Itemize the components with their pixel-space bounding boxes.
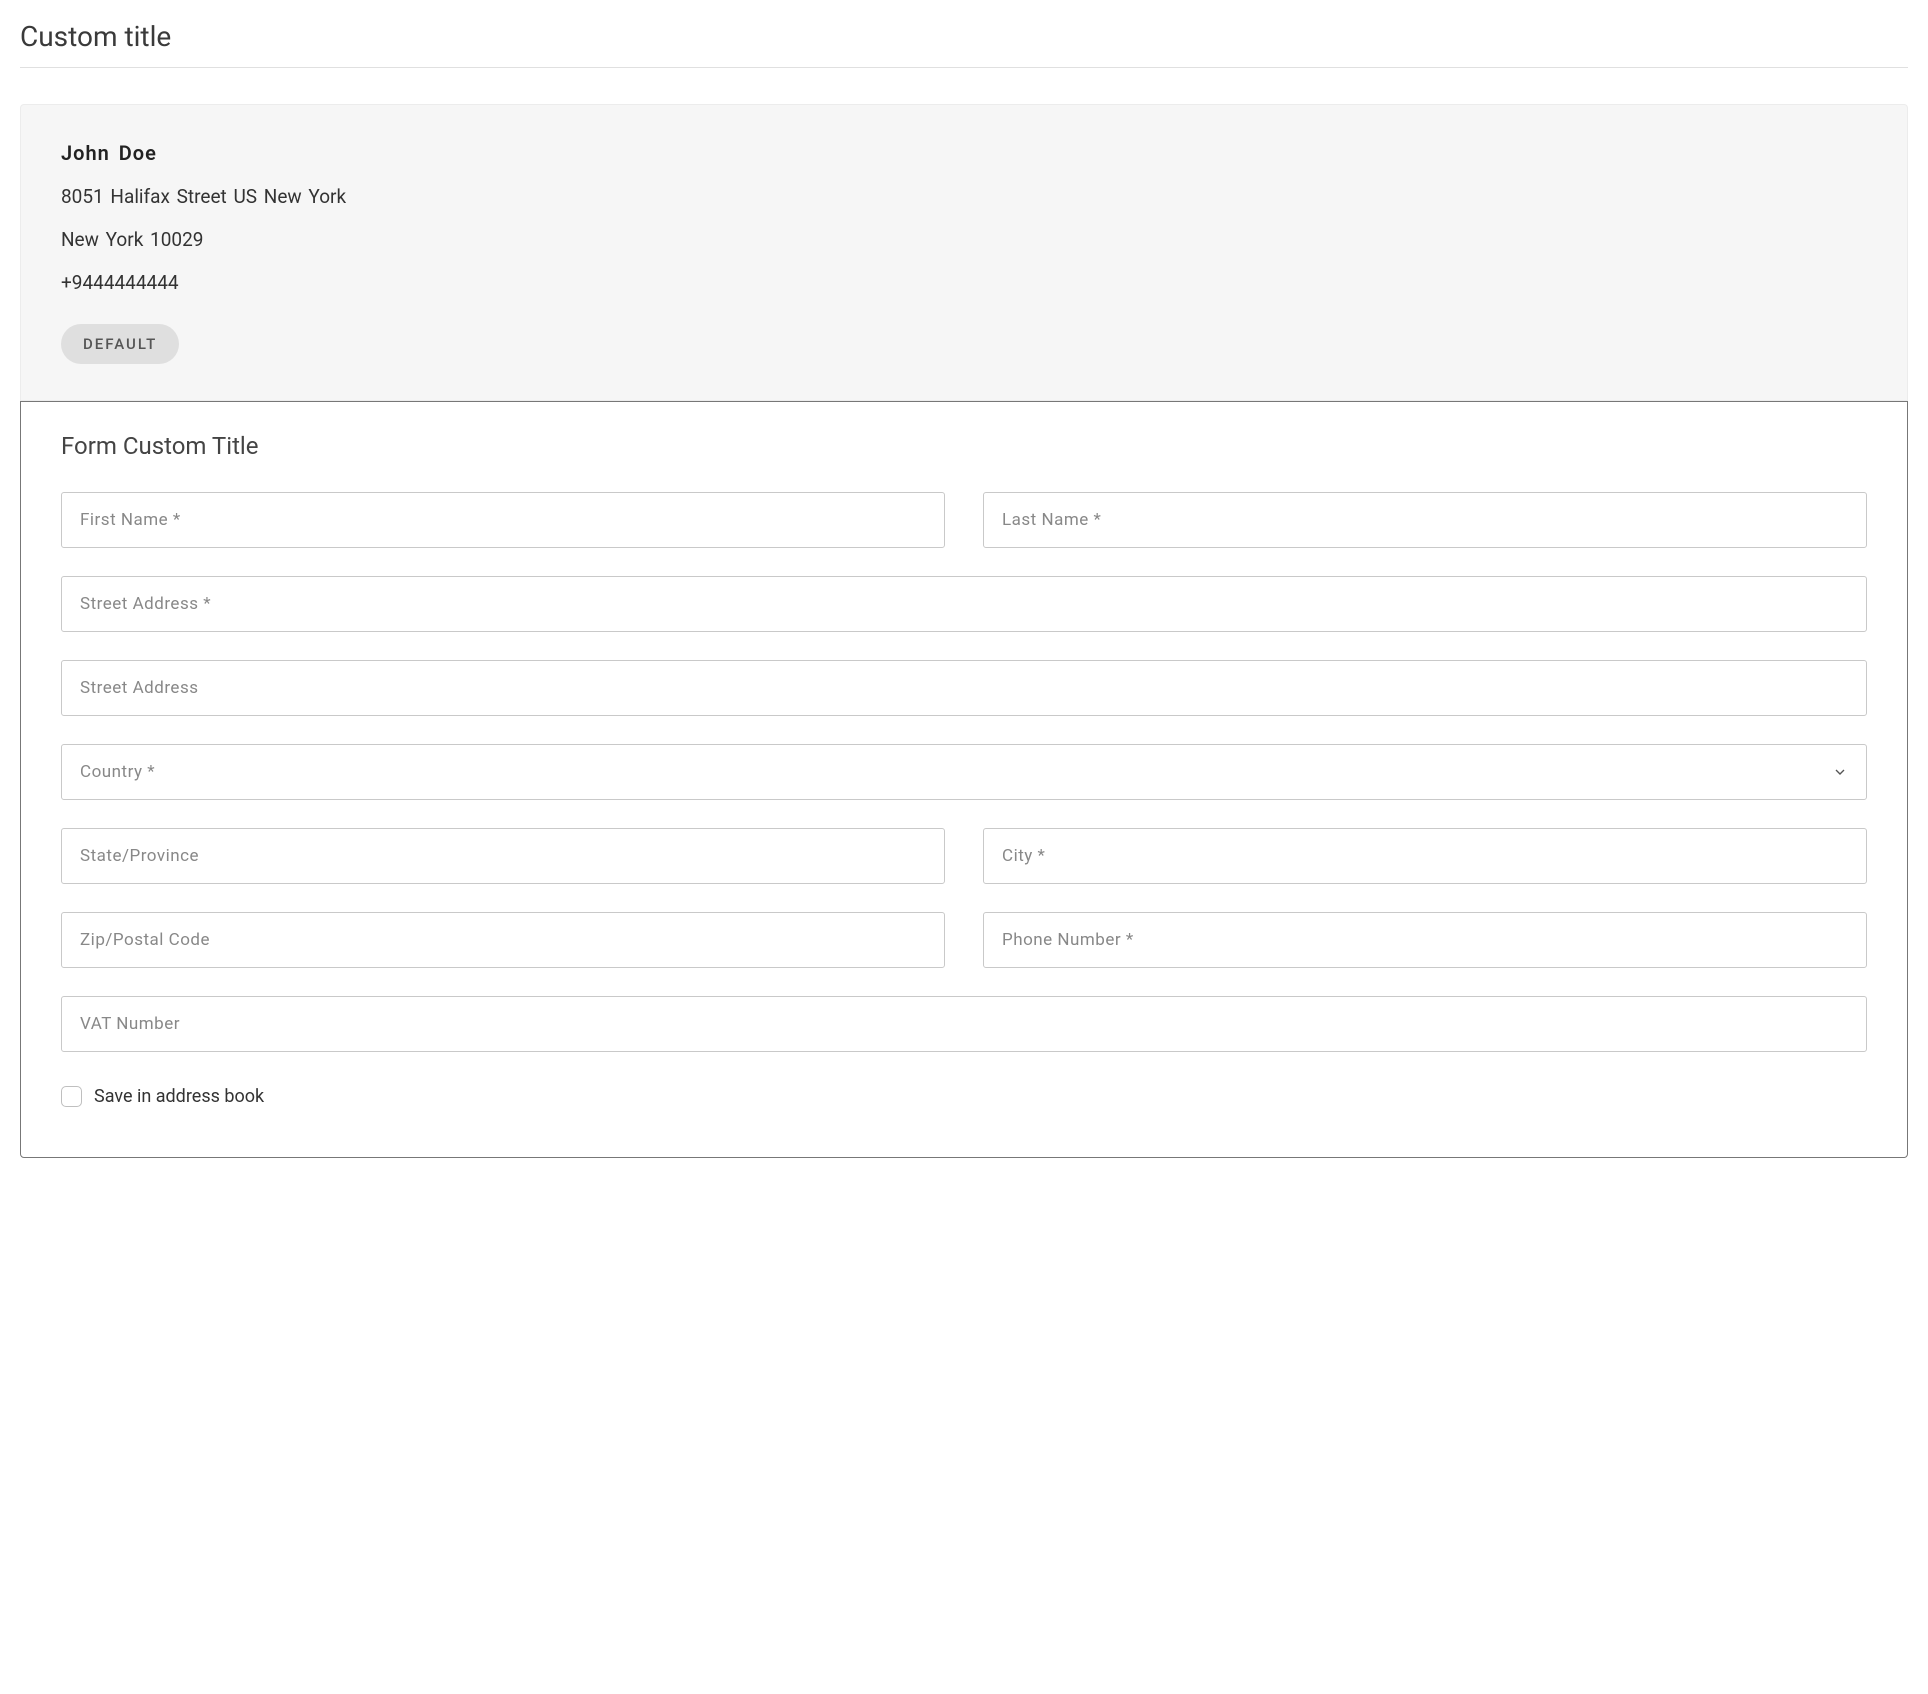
address-line-2: New York 10029 [61,228,1867,251]
default-badge: DEFAULT [61,324,179,364]
street-address-2-input[interactable] [61,660,1867,716]
state-input[interactable] [61,828,945,884]
save-address-label[interactable]: Save in address book [94,1086,264,1107]
chevron-down-icon [1832,764,1848,780]
phone-input[interactable] [983,912,1867,968]
first-name-input[interactable] [61,492,945,548]
save-address-checkbox[interactable] [61,1086,82,1107]
city-input[interactable] [983,828,1867,884]
country-placeholder: Country * [80,762,155,782]
address-last-name: Doe [119,141,157,165]
address-form: Form Custom Title Country * [20,401,1908,1158]
country-select[interactable]: Country * [61,744,1867,800]
address-line-1: 8051 Halifax Street US New York [61,185,1867,208]
address-first-name: John [61,141,110,165]
address-name: John Doe [61,141,1867,165]
vat-input[interactable] [61,996,1867,1052]
form-title: Form Custom Title [61,432,1867,460]
zip-input[interactable] [61,912,945,968]
last-name-input[interactable] [983,492,1867,548]
street-address-1-input[interactable] [61,576,1867,632]
page-title: Custom title [20,20,1908,68]
save-address-checkbox-row: Save in address book [61,1086,1867,1107]
address-phone: +9444444444 [61,271,1867,294]
address-card: John Doe 8051 Halifax Street US New York… [20,104,1908,401]
